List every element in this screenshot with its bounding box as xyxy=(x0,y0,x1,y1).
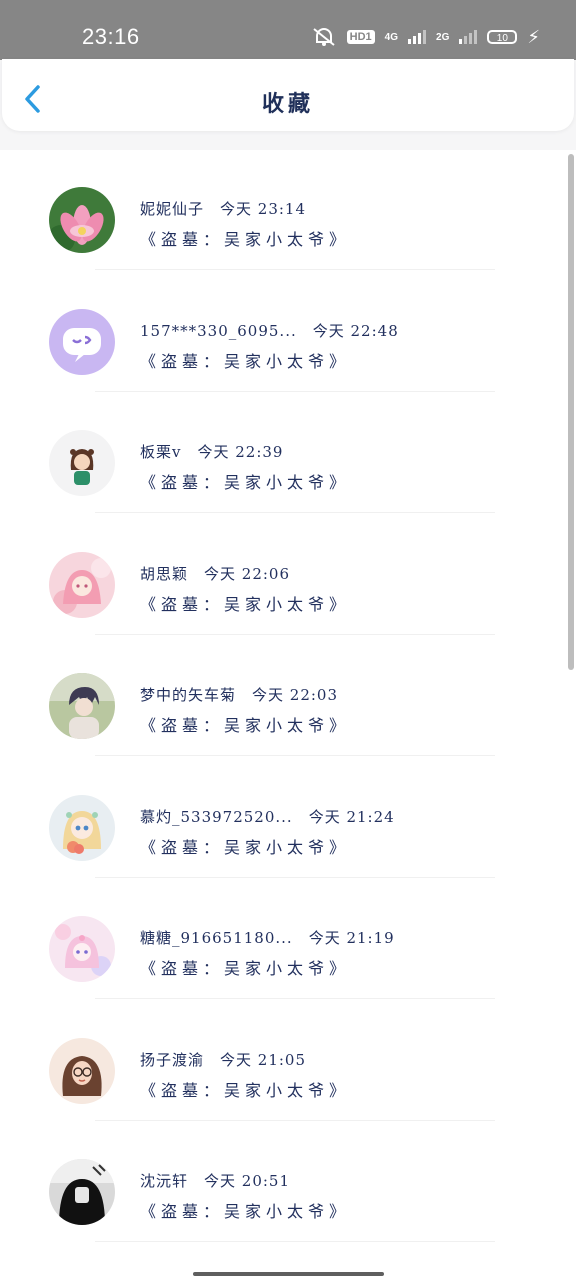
status-icons: HD1 4G 2G 10 ⚡ xyxy=(311,23,540,51)
timestamp: 今天 22:06 xyxy=(204,564,291,583)
favorited-work-title[interactable]: 《盗墓：吴家小太爷》 xyxy=(140,469,350,493)
user-name[interactable]: 妮妮仙子 xyxy=(140,200,204,218)
favorited-work-title[interactable]: 《盗墓：吴家小太爷》 xyxy=(140,955,350,979)
favorited-work-title[interactable]: 《盗墓：吴家小太爷》 xyxy=(140,226,350,250)
battery-icon: 10 xyxy=(487,30,518,44)
list-item[interactable]: 157***330_6095... 今天 22:48 《盗墓：吴家小太爷》 xyxy=(0,302,576,423)
favorited-work-title[interactable]: 《盗墓：吴家小太爷》 xyxy=(140,348,350,372)
signal-icon-2 xyxy=(459,30,478,44)
list-item[interactable]: 扬子渡渝 今天 21:05 《盗墓：吴家小太爷》 xyxy=(0,1031,576,1152)
home-indicator[interactable] xyxy=(193,1272,384,1276)
timestamp: 今天 21:24 xyxy=(308,807,395,826)
divider xyxy=(95,755,495,756)
divider xyxy=(95,998,495,999)
avatar[interactable] xyxy=(49,430,115,496)
list-item[interactable]: 慕灼_533972520... 今天 21:24 《盗墓：吴家小太爷》 xyxy=(0,788,576,909)
avatar[interactable] xyxy=(49,794,115,861)
avatar[interactable] xyxy=(49,187,115,253)
avatar[interactable] xyxy=(49,1159,115,1225)
user-name-line: 扬子渡渝 今天 21:05 xyxy=(140,1049,306,1070)
timestamp: 今天 21:19 xyxy=(308,929,395,947)
favorited-work-title[interactable]: 《盗墓：吴家小太爷》 xyxy=(140,834,350,858)
user-name-line: 慕灼_533972520... 今天 21:24 xyxy=(140,806,395,827)
divider xyxy=(95,512,495,513)
timestamp: 今天 20:51 xyxy=(204,1172,291,1190)
timestamp: 今天 22:39 xyxy=(197,443,284,461)
timestamp: 今天 22:48 xyxy=(312,321,399,340)
timestamp: 今天 21:05 xyxy=(220,1050,307,1069)
user-name[interactable]: 糖糖_916651180... xyxy=(140,929,293,947)
list-item[interactable]: 胡思颖 今天 22:06 《盗墓：吴家小太爷》 xyxy=(0,545,576,666)
user-name-line: 板栗v 今天 22:39 xyxy=(140,441,283,462)
network-2g-label: 2G xyxy=(436,31,450,43)
favorited-work-title[interactable]: 《盗墓：吴家小太爷》 xyxy=(140,1077,350,1101)
favorites-list: 妮妮仙子 今天 23:14 《盗墓：吴家小太爷》 157***330_6095... 今… xyxy=(0,150,576,1280)
divider xyxy=(95,633,495,635)
avatar[interactable] xyxy=(49,916,115,982)
user-name-line: 胡思颖 今天 22:06 xyxy=(140,563,290,584)
user-name[interactable]: 慕灼_533972520... xyxy=(140,808,293,826)
user-name[interactable]: 扬子渡渝 xyxy=(140,1051,204,1069)
user-name[interactable]: 梦中的矢车菊 xyxy=(140,686,236,704)
hd-icon: HD1 xyxy=(346,30,375,44)
user-name-line: 梦中的矢车菊 今天 22:03 xyxy=(140,684,338,705)
charging-icon: ⚡ xyxy=(527,27,540,47)
user-name[interactable]: 板栗v xyxy=(140,443,181,461)
divider xyxy=(95,390,495,392)
avatar[interactable] xyxy=(49,308,115,375)
list-item[interactable]: 梦中的矢车菊 今天 22:03 《盗墓：吴家小太爷》 xyxy=(0,666,576,787)
divider xyxy=(95,1241,495,1242)
favorited-work-title[interactable]: 《盗墓：吴家小太爷》 xyxy=(140,591,350,615)
app-header: 收藏 xyxy=(2,59,574,131)
user-name-line: 糖糖_916651180... 今天 21:19 xyxy=(140,927,395,948)
network-4g-label: 4G xyxy=(384,31,399,43)
user-name-line: 157***330_6095... 今天 22:48 xyxy=(140,320,399,341)
divider xyxy=(95,876,495,878)
favorited-work-title[interactable]: 《盗墓：吴家小太爷》 xyxy=(140,712,350,736)
avatar[interactable] xyxy=(49,551,115,618)
divider xyxy=(95,269,495,270)
timestamp: 今天 23:14 xyxy=(220,200,307,218)
favorited-work-title[interactable]: 《盗墓：吴家小太爷》 xyxy=(140,1198,350,1222)
avatar[interactable] xyxy=(49,1037,115,1104)
status-time: 23:16 xyxy=(82,24,140,49)
status-bar: 23:16 HD1 4G 2G 10 ⚡ xyxy=(0,0,576,60)
mute-icon xyxy=(313,28,335,46)
user-name[interactable]: 胡思颖 xyxy=(140,565,188,583)
list-item[interactable]: 妮妮仙子 今天 23:14 《盗墓：吴家小太爷》 xyxy=(0,180,576,301)
user-name-line: 沈沅轩 今天 20:51 xyxy=(140,1170,290,1191)
list-item[interactable]: 沈沅轩 今天 20:51 《盗墓：吴家小太爷》 xyxy=(0,1152,576,1273)
list-item[interactable]: 板栗v 今天 22:39 《盗墓：吴家小太爷》 xyxy=(0,423,576,544)
list-item[interactable]: 糖糖_916651180... 今天 21:19 《盗墓：吴家小太爷》 xyxy=(0,909,576,1030)
page-title: 收藏 xyxy=(261,91,314,117)
signal-icon xyxy=(408,30,427,44)
timestamp: 今天 22:03 xyxy=(252,686,339,704)
user-name[interactable]: 沈沅轩 xyxy=(140,1172,188,1190)
divider xyxy=(95,1119,495,1121)
avatar[interactable] xyxy=(49,673,115,739)
user-name[interactable]: 157***330_6095... xyxy=(140,322,297,340)
user-name-line: 妮妮仙子 今天 23:14 xyxy=(140,198,306,219)
